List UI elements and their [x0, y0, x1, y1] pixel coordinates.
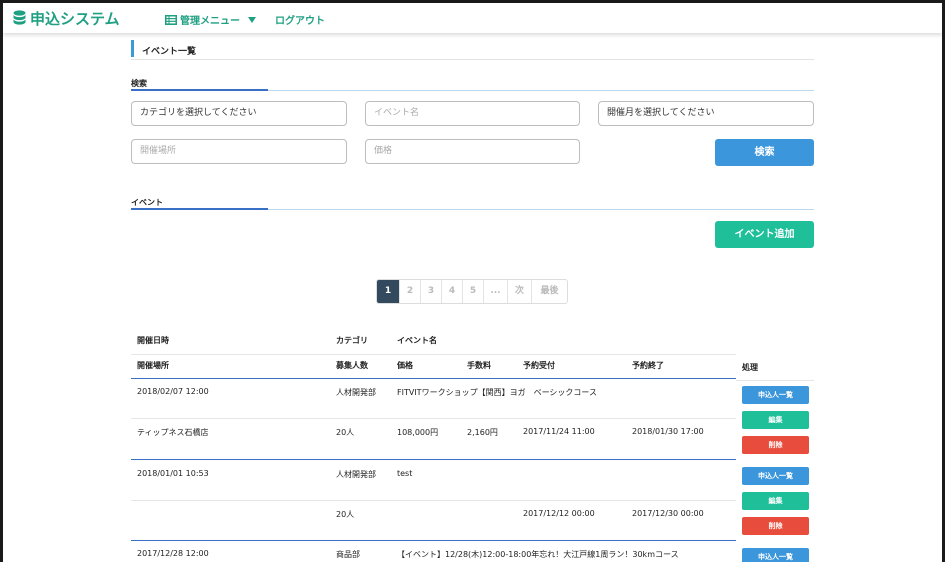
applicants-list-button[interactable]: 申込人一覧	[742, 548, 809, 562]
database-icon	[13, 10, 26, 25]
page-3[interactable]: 3	[420, 280, 441, 303]
row-category: 人材開発部	[336, 388, 376, 397]
header-datetime: 開催日時	[137, 336, 169, 345]
list-icon	[165, 14, 177, 25]
row-booking-start: 2017/12/12 00:00	[523, 509, 595, 518]
row-event-name[interactable]: test	[397, 469, 412, 478]
row-price: 108,000円	[397, 428, 439, 437]
top-navbar: 申込システム 管理メニュー ログアウト	[3, 3, 942, 33]
row-booking-end: 2017/12/30 00:00	[632, 509, 704, 518]
divider-accent	[131, 89, 268, 91]
divider	[131, 500, 736, 501]
header-category: カテゴリ	[336, 336, 368, 345]
row-datetime: 2018/01/01 10:53	[137, 469, 209, 478]
delete-button[interactable]: 削除	[742, 436, 809, 454]
add-event-button[interactable]: イベント追加	[715, 221, 814, 248]
page-1[interactable]: 1	[377, 280, 399, 303]
row-event-name[interactable]: FITVITワークショップ【関西】ヨガ ベーシックコース	[397, 387, 597, 398]
title-accent-bar	[131, 40, 134, 57]
page-next[interactable]: 次	[507, 280, 531, 303]
header-venue: 開催場所	[137, 361, 169, 370]
venue-input[interactable]: 開催場所	[131, 139, 347, 164]
brand-name: 申込システム	[30, 9, 120, 28]
search-heading: 検索	[131, 79, 147, 88]
events-heading: イベント	[131, 198, 163, 207]
search-section-heading: 検索	[131, 78, 814, 92]
row-datetime: 2018/02/07 12:00	[137, 387, 209, 396]
divider	[131, 354, 736, 355]
page-4[interactable]: 4	[441, 280, 462, 303]
logout-link[interactable]: ログアウト	[275, 12, 325, 27]
header-capacity: 募集人数	[336, 361, 368, 370]
header-fee: 手数料	[467, 361, 491, 370]
row-category: 商品部	[336, 550, 360, 559]
header-booking-end: 予約終了	[632, 361, 664, 370]
row-fee: 2,160円	[467, 428, 498, 437]
divider	[131, 540, 736, 541]
page-last[interactable]: 最後	[531, 280, 567, 303]
row-booking-start: 2017/11/24 11:00	[523, 427, 595, 436]
search-button[interactable]: 検索	[715, 139, 814, 166]
app-window: 申込システム 管理メニュー ログアウト イベント一覧 検索 カテゴリを選択してく…	[3, 3, 942, 562]
divider	[131, 378, 736, 379]
row-datetime: 2017/12/28 12:00	[137, 549, 209, 558]
caret-down-icon	[248, 16, 256, 23]
divider	[131, 418, 736, 419]
page-title-block: イベント一覧	[131, 40, 814, 60]
admin-menu-label: 管理メニュー	[180, 16, 240, 27]
page-ellipsis: ...	[483, 280, 507, 303]
events-section-heading: イベント	[131, 197, 814, 211]
page-title: イベント一覧	[142, 47, 197, 57]
row-booking-end: 2018/01/30 17:00	[632, 427, 704, 436]
row-category: 人材開発部	[336, 470, 376, 479]
pagination: 1 2 3 4 5 ... 次 最後	[376, 279, 568, 304]
edit-button[interactable]: 編集	[742, 492, 809, 510]
price-input[interactable]: 価格	[365, 139, 580, 164]
row-event-name[interactable]: 【イベント】12/28(木)12:00-18:00年忘れ！大江戸線1周ラン！30…	[397, 549, 679, 560]
header-actions: 処理	[742, 363, 758, 372]
event-name-input[interactable]: イベント名	[365, 101, 580, 126]
divider	[131, 459, 736, 460]
row-capacity: 20人	[336, 428, 355, 437]
applicants-list-button[interactable]: 申込人一覧	[742, 467, 809, 485]
page-5[interactable]: 5	[462, 280, 483, 303]
header-price: 価格	[397, 361, 413, 370]
brand[interactable]: 申込システム	[13, 8, 120, 28]
delete-button[interactable]: 削除	[742, 517, 809, 535]
edit-button[interactable]: 編集	[742, 411, 809, 429]
month-select[interactable]: 開催月を選択してください	[598, 101, 814, 126]
category-select[interactable]: カテゴリを選択してください	[131, 101, 347, 126]
applicants-list-button[interactable]: 申込人一覧	[742, 386, 809, 404]
row-capacity: 20人	[336, 510, 355, 519]
header-booking-start: 予約受付	[523, 361, 555, 370]
divider-accent	[131, 208, 268, 210]
divider	[736, 380, 814, 381]
page-2[interactable]: 2	[399, 280, 420, 303]
header-event-name: イベント名	[397, 336, 437, 345]
row-venue: ティップネス石橋店	[137, 428, 209, 437]
admin-menu-dropdown[interactable]: 管理メニュー	[165, 12, 256, 27]
